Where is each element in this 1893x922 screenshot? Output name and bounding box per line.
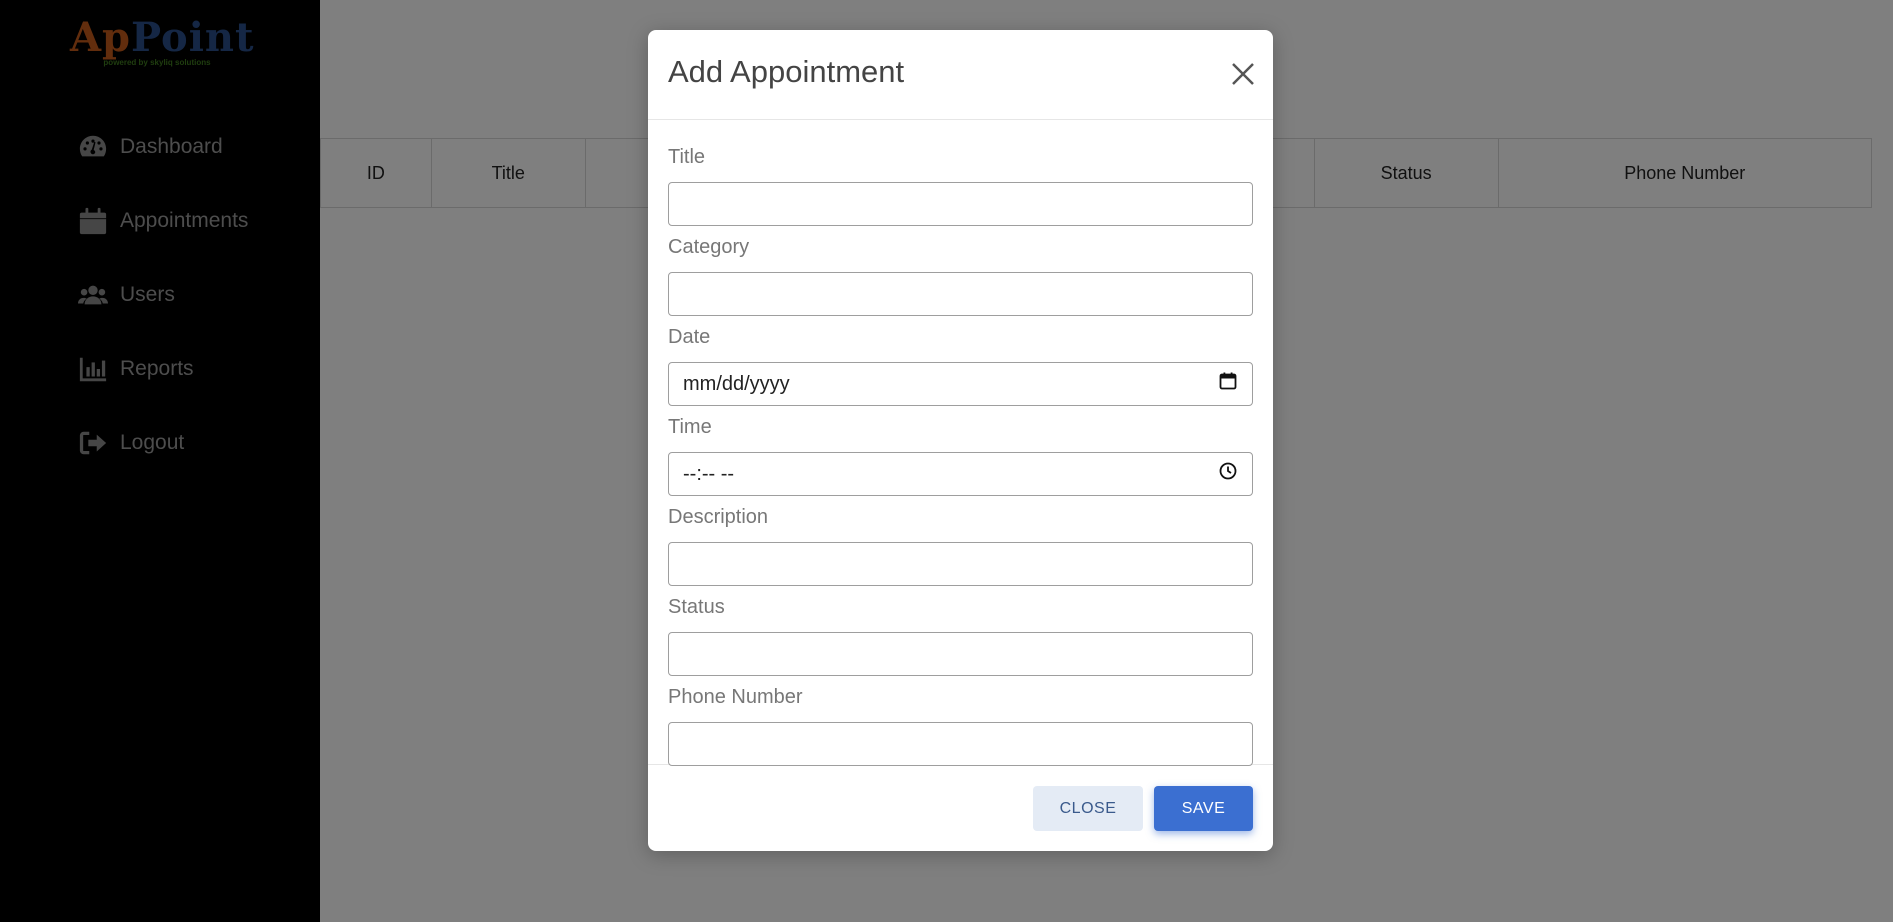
status-input[interactable] bbox=[668, 632, 1253, 676]
modal-body: Title Category Date mm/dd/yyyy Time --:-… bbox=[648, 120, 1273, 766]
modal-header: Add Appointment bbox=[648, 30, 1273, 120]
title-label: Title bbox=[668, 146, 706, 168]
time-label: Time bbox=[668, 416, 712, 438]
category-label: Category bbox=[668, 236, 750, 258]
description-input[interactable] bbox=[668, 542, 1253, 586]
time-value: --:-- -- bbox=[683, 462, 735, 485]
date-input[interactable]: mm/dd/yyyy bbox=[668, 362, 1253, 406]
status-label: Status bbox=[668, 596, 725, 618]
add-appointment-modal: Add Appointment Title Category Date mm/d… bbox=[648, 30, 1273, 851]
calendar-icon[interactable] bbox=[1218, 371, 1238, 397]
description-label: Description bbox=[668, 506, 769, 528]
category-input[interactable] bbox=[668, 272, 1253, 316]
title-input[interactable] bbox=[668, 182, 1253, 226]
date-label: Date bbox=[668, 326, 711, 348]
modal-footer: CLOSE SAVE bbox=[648, 765, 1273, 850]
phone-number-input[interactable] bbox=[668, 722, 1253, 766]
modal-title: Add Appointment bbox=[668, 54, 905, 89]
time-input[interactable]: --:-- -- bbox=[668, 452, 1253, 496]
save-button[interactable]: SAVE bbox=[1154, 786, 1253, 831]
phone-number-label: Phone Number bbox=[668, 686, 803, 708]
date-value: mm/dd/yyyy bbox=[683, 372, 790, 395]
close-icon[interactable] bbox=[1229, 60, 1257, 88]
close-button[interactable]: CLOSE bbox=[1033, 786, 1143, 831]
clock-icon[interactable] bbox=[1218, 461, 1238, 487]
